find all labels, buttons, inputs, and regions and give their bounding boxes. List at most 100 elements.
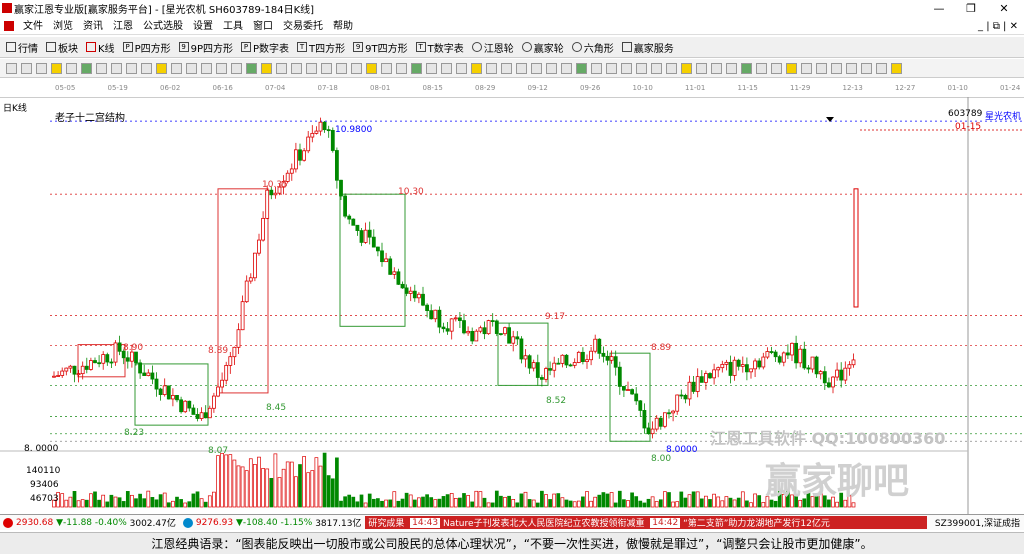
tool-button-icon[interactable] [336, 62, 347, 74]
tool-button-icon[interactable] [246, 62, 257, 74]
tool-button-icon[interactable] [681, 62, 692, 74]
volume-bar [478, 491, 483, 508]
menu-window[interactable]: 窗口 [248, 18, 278, 35]
tool-button-icon[interactable] [6, 62, 17, 74]
nav-p-table[interactable]: P P数字表 [241, 40, 289, 55]
tool-button-icon[interactable] [531, 62, 542, 74]
nav-t-square[interactable]: T T四方形 [297, 40, 345, 55]
tool-button-icon[interactable] [456, 62, 467, 74]
menu-trade[interactable]: 交易委托 [278, 18, 328, 35]
tool-button-icon[interactable] [576, 62, 587, 74]
tool-button-icon[interactable] [396, 62, 407, 74]
tool-button-icon[interactable] [306, 62, 317, 74]
tool-button-icon[interactable] [411, 62, 422, 74]
tool-button-icon[interactable] [486, 62, 497, 74]
tool-button-icon[interactable] [111, 62, 122, 74]
tool-button-icon[interactable] [546, 62, 557, 74]
tool-button-icon[interactable] [666, 62, 677, 74]
tool-button-icon[interactable] [126, 62, 137, 74]
menu-settings[interactable]: 设置 [188, 18, 218, 35]
tool-button-icon[interactable] [846, 62, 857, 74]
tool-button-icon[interactable] [366, 62, 377, 74]
tool-button-icon[interactable] [186, 62, 197, 74]
tool-button-icon[interactable] [711, 62, 722, 74]
tool-button-icon[interactable] [831, 62, 842, 74]
tool-button-icon[interactable] [51, 62, 62, 74]
candle-body [769, 351, 774, 353]
nav-service[interactable]: 赢家服务 [621, 40, 674, 55]
tool-button-icon[interactable] [261, 62, 272, 74]
tool-button-icon[interactable] [891, 62, 902, 74]
tool-button-icon[interactable] [516, 62, 527, 74]
tool-button-icon[interactable] [231, 62, 242, 74]
tool-button-icon[interactable] [21, 62, 32, 74]
tool-button-icon[interactable] [291, 62, 302, 74]
tool-button-icon[interactable] [471, 62, 482, 74]
close-icon[interactable]: ✕ [990, 0, 1018, 17]
nav-hexagon[interactable]: 六角形 [571, 40, 614, 55]
tool-button-icon[interactable] [876, 62, 887, 74]
tool-button-icon[interactable] [36, 62, 47, 74]
kline-chart[interactable]: 10.9800 10.35 10.30 9.17 8.90 8.89 8.89 8.45 8.5… [0, 97, 1024, 514]
volume-bar [244, 470, 249, 508]
tool-button-icon[interactable] [381, 62, 392, 74]
tool-button-icon[interactable] [591, 62, 602, 74]
sh-index[interactable]: 2930.68 ▼-11.88 -0.40% 3002.47亿 [0, 516, 176, 529]
candle-body [396, 271, 401, 285]
tool-button-icon[interactable] [561, 62, 572, 74]
tool-button-icon[interactable] [741, 62, 752, 74]
mdi-controls[interactable]: _ | ⧉ | ✕ [978, 21, 1018, 32]
candle-body [68, 365, 73, 369]
nav-sector[interactable]: 板块 [46, 40, 78, 55]
nav-gann-wheel[interactable]: 江恩轮 [471, 40, 514, 55]
tool-button-icon[interactable] [501, 62, 512, 74]
nav-winner-wheel[interactable]: 赢家轮 [521, 40, 564, 55]
menu-help[interactable]: 帮助 [328, 18, 358, 35]
menu-info[interactable]: 资讯 [78, 18, 108, 35]
tool-button-icon[interactable] [651, 62, 662, 74]
structure-box [339, 193, 406, 327]
tool-button-icon[interactable] [801, 62, 812, 74]
tool-button-icon[interactable] [816, 62, 827, 74]
volume-bar [384, 499, 388, 508]
tool-button-icon[interactable] [861, 62, 872, 74]
news-ticker[interactable]: 研究成果 14:43 Nature子刊发表北大人民医院纪立农教授领衔减重 14:… [365, 516, 927, 529]
menu-browse[interactable]: 浏览 [48, 18, 78, 35]
tool-button-icon[interactable] [426, 62, 437, 74]
tool-button-icon[interactable] [321, 62, 332, 74]
menu-formula[interactable]: 公式选股 [138, 18, 188, 35]
tool-button-icon[interactable] [786, 62, 797, 74]
tool-button-icon[interactable] [216, 62, 227, 74]
tool-button-icon[interactable] [771, 62, 782, 74]
sz-index[interactable]: 9276.93 ▼-108.40 -1.15% 3817.13亿 [180, 516, 361, 529]
tool-button-icon[interactable] [606, 62, 617, 74]
nav-9t-square[interactable]: 9 9T四方形 [353, 40, 408, 55]
tool-button-icon[interactable] [276, 62, 287, 74]
tool-button-icon[interactable] [171, 62, 182, 74]
tool-button-icon[interactable] [726, 62, 737, 74]
tool-button-icon[interactable] [96, 62, 107, 74]
tool-button-icon[interactable] [351, 62, 362, 74]
menu-gann[interactable]: 江恩 [108, 18, 138, 35]
nav-kline[interactable]: K线 [86, 40, 115, 55]
nav-9p-square[interactable]: 9 9P四方形 [178, 40, 233, 55]
tool-button-icon[interactable] [141, 62, 152, 74]
tool-button-icon[interactable] [756, 62, 767, 74]
tool-button-icon[interactable] [636, 62, 647, 74]
candle-body [273, 192, 278, 196]
tool-button-icon[interactable] [81, 62, 92, 74]
tool-button-icon[interactable] [66, 62, 77, 74]
menu-tools[interactable]: 工具 [218, 18, 248, 35]
tool-button-icon[interactable] [201, 62, 212, 74]
tool-button-icon[interactable] [696, 62, 707, 74]
menu-file[interactable]: 文件 [18, 18, 48, 35]
nav-t-table[interactable]: T T数字表 [415, 40, 464, 55]
candle-body [392, 271, 397, 275]
nav-quotes[interactable]: 行情 [6, 40, 38, 55]
nav-p-square[interactable]: P P四方形 [122, 40, 171, 55]
tool-button-icon[interactable] [156, 62, 167, 74]
tool-button-icon[interactable] [441, 62, 452, 74]
minimize-icon[interactable]: — [925, 0, 953, 17]
tool-button-icon[interactable] [621, 62, 632, 74]
maximize-icon[interactable]: ❐ [957, 0, 985, 17]
